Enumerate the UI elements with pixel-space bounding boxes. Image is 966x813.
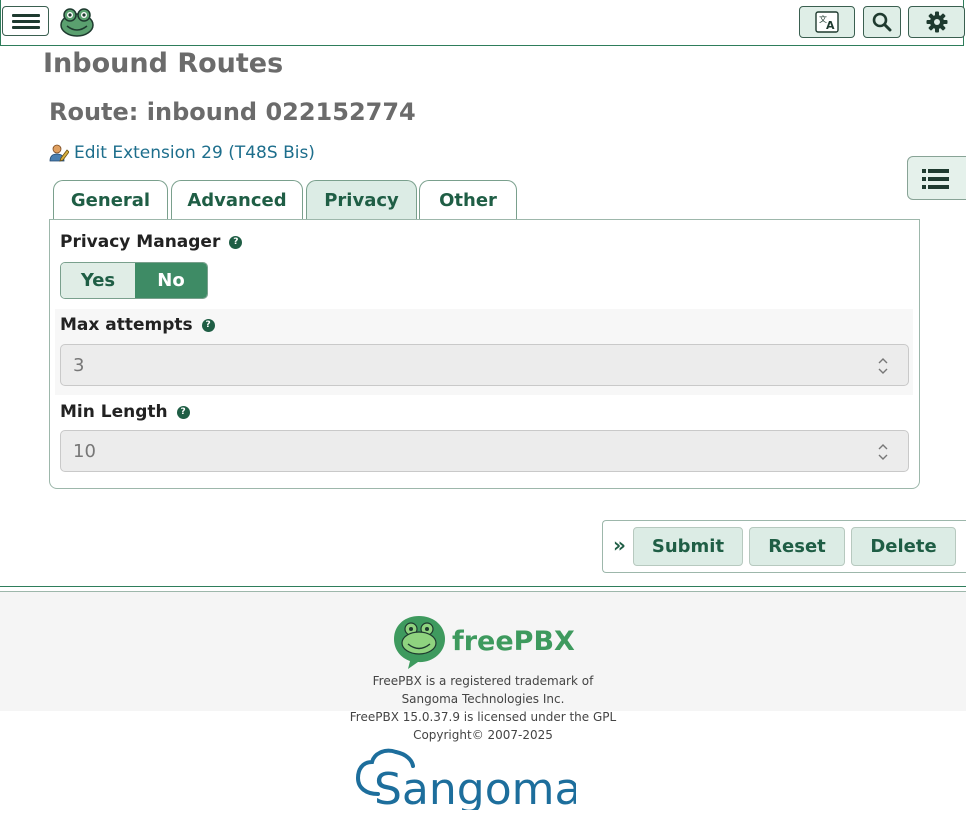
delete-button[interactable]: Delete: [851, 527, 956, 566]
list-icon: [922, 169, 949, 189]
privacy-manager-yes[interactable]: Yes: [61, 263, 135, 298]
route-title: Route: inbound 022152774: [49, 98, 416, 126]
edit-extension-link[interactable]: Edit Extension 29 (T48S Bis): [49, 142, 315, 164]
submit-button[interactable]: Submit: [633, 527, 743, 566]
tab-general[interactable]: General: [53, 180, 168, 220]
double-chevron-right-icon[interactable]: »: [613, 533, 626, 557]
sangoma-logo[interactable]: Sangoma: [356, 746, 576, 810]
help-icon[interactable]: ?: [201, 318, 215, 332]
hamburger-icon: [12, 14, 40, 17]
help-icon[interactable]: ?: [229, 235, 243, 249]
search-icon: [872, 12, 892, 32]
min-length-value: 10: [73, 440, 96, 462]
settings-button[interactable]: [908, 6, 965, 38]
trademark-line-2: Sangoma Technologies Inc.: [401, 692, 565, 706]
privacy-manager-toggle: Yes No: [60, 262, 208, 299]
action-bar: » Submit Reset Delete: [602, 520, 966, 573]
tab-advanced[interactable]: Advanced: [171, 180, 303, 220]
edit-extension-label[interactable]: Edit Extension 29 (T48S Bis): [74, 143, 315, 163]
max-attempts-input[interactable]: 3: [60, 344, 909, 386]
tab-other[interactable]: Other: [419, 180, 517, 220]
min-length-field: Min Length ?: [60, 402, 190, 422]
max-attempts-label: Max attempts: [60, 315, 193, 335]
min-length-input[interactable]: 10: [60, 430, 909, 472]
freepbx-logo[interactable]: freePBX: [392, 613, 576, 671]
svg-text:A: A: [826, 19, 835, 32]
search-button[interactable]: [863, 6, 901, 38]
help-icon[interactable]: ?: [176, 405, 190, 419]
spinner-icon[interactable]: [878, 442, 888, 462]
translate-icon: 文 A: [815, 11, 839, 33]
copyright-text: Copyright© 2007-2025: [413, 728, 553, 742]
reset-button[interactable]: Reset: [749, 527, 845, 566]
freepbx-logo-text: freePBX: [452, 626, 575, 657]
min-length-label: Min Length: [60, 402, 168, 422]
privacy-manager-label: Privacy Manager: [60, 232, 221, 252]
spinner-icon[interactable]: [878, 356, 888, 376]
hamburger-icon-bar: [12, 20, 40, 23]
privacy-manager-field: Privacy Manager ?: [60, 232, 243, 252]
max-attempts-field: Max attempts ?: [60, 315, 215, 335]
sangoma-logo-text: Sangoma: [374, 764, 576, 810]
user-edit-icon: [49, 144, 69, 162]
tab-privacy[interactable]: Privacy: [306, 180, 417, 220]
menu-button[interactable]: [2, 6, 49, 36]
gear-icon: [926, 11, 947, 33]
side-list-toggle[interactable]: [907, 156, 966, 200]
frog-logo-icon[interactable]: [59, 6, 95, 38]
privacy-manager-no[interactable]: No: [135, 263, 207, 298]
language-button[interactable]: 文 A: [799, 6, 855, 38]
trademark-line-1: FreePBX is a registered trademark of: [372, 674, 594, 688]
max-attempts-value: 3: [73, 354, 85, 376]
license-text: FreePBX 15.0.37.9 is licensed under the …: [349, 710, 617, 724]
page-title: Inbound Routes: [43, 48, 284, 79]
top-navbar: 文 A: [0, 0, 965, 46]
hamburger-icon-bar: [12, 26, 40, 29]
